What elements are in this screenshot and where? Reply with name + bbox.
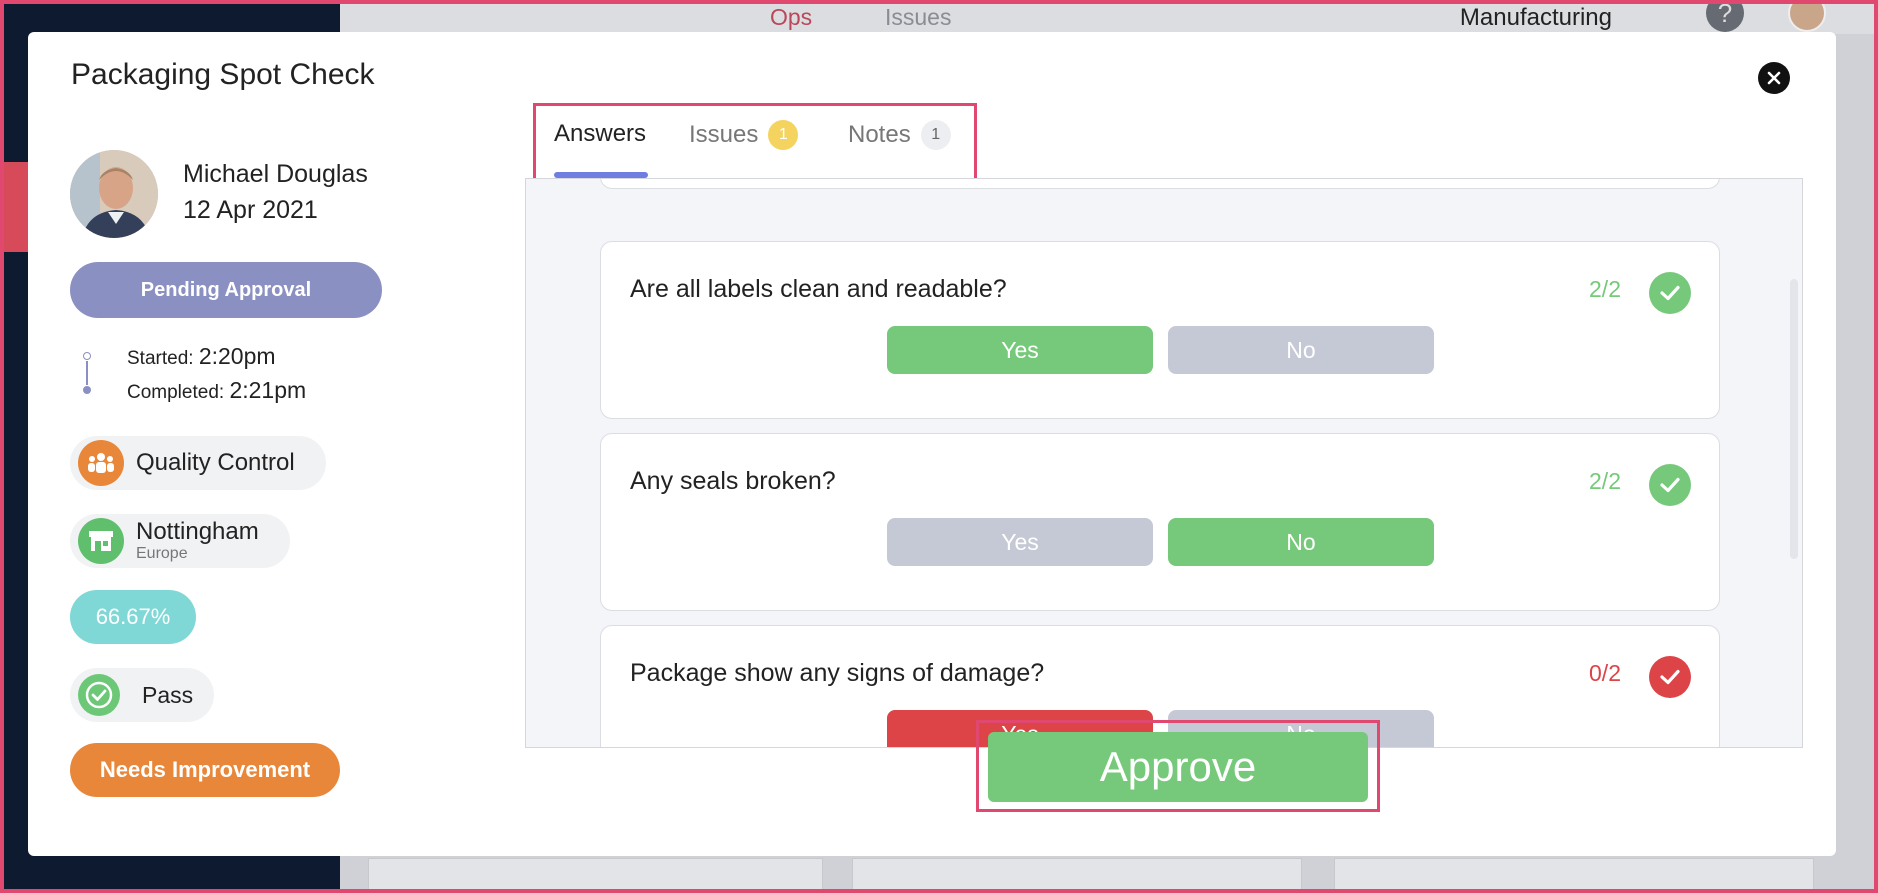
check-icon — [1649, 464, 1691, 506]
started-time: Started: 2:20pm — [127, 343, 276, 369]
question-card: Any seals broken? 2/2 Yes No — [600, 433, 1720, 611]
completed-time: Completed: 2:21pm — [127, 377, 307, 403]
question-score: 2/2 — [1589, 468, 1621, 494]
timeline — [83, 352, 91, 396]
score-badge: 66.67% — [70, 590, 196, 644]
approve-button[interactable]: Approve — [988, 732, 1368, 802]
grade-badge: Needs Improvement — [70, 743, 340, 797]
result-chip: Pass — [70, 668, 214, 722]
yes-button[interactable]: Yes — [887, 326, 1153, 374]
site-chip: Nottingham Europe — [70, 514, 290, 568]
background-card — [1334, 858, 1814, 893]
question-score: 0/2 — [1589, 660, 1621, 686]
close-icon — [1767, 71, 1781, 85]
result-label: Pass — [142, 681, 194, 708]
check-circle-icon — [78, 674, 120, 716]
site-name: Nottingham — [136, 518, 259, 545]
nav-issues[interactable]: Issues — [885, 4, 951, 31]
sidebar-active-marker — [0, 162, 28, 252]
status-badge: Pending Approval — [70, 262, 382, 318]
scrollbar[interactable] — [1790, 279, 1798, 559]
question-text: Are all labels clean and readable? — [630, 275, 1007, 303]
team-chip: Quality Control — [70, 436, 326, 490]
question-text: Any seals broken? — [630, 467, 836, 495]
inspection-date: 12 Apr 2021 — [183, 196, 318, 224]
background-card — [852, 858, 1302, 893]
question-score: 2/2 — [1589, 276, 1621, 302]
issues-count-badge: 1 — [768, 120, 799, 150]
yes-button[interactable]: Yes — [887, 518, 1153, 566]
question-card: Are all labels clean and readable? 2/2 Y… — [600, 241, 1720, 419]
modal-title: Packaging Spot Check — [71, 58, 375, 91]
close-button[interactable] — [1758, 62, 1790, 94]
no-button[interactable]: No — [1168, 518, 1434, 566]
company-name[interactable]: Manufacturing — [1460, 4, 1612, 32]
background-card — [368, 858, 823, 893]
question-card-previous — [600, 179, 1720, 189]
author-name: Michael Douglas — [183, 160, 368, 188]
answers-panel: Are all labels clean and readable? 2/2 Y… — [525, 178, 1803, 748]
check-icon — [1649, 656, 1691, 698]
no-button[interactable]: No — [1168, 326, 1434, 374]
author-avatar — [70, 150, 158, 238]
check-icon — [1649, 272, 1691, 314]
nav-ops[interactable]: Ops — [770, 4, 812, 31]
tab-notes[interactable]: Notes 1 — [848, 120, 951, 150]
tab-issues[interactable]: Issues 1 — [689, 120, 799, 150]
store-icon — [78, 518, 124, 564]
tab-answers[interactable]: Answers — [554, 120, 646, 148]
help-icon[interactable]: ? — [1706, 0, 1744, 32]
site-region: Europe — [136, 545, 188, 562]
question-text: Package show any signs of damage? — [630, 659, 1045, 687]
team-icon — [78, 440, 124, 486]
app-top-nav: Ops Issues Manufacturing ? — [340, 0, 1878, 34]
user-avatar[interactable] — [1788, 0, 1826, 32]
notes-count-badge: 1 — [920, 120, 951, 150]
team-label: Quality Control — [136, 449, 295, 476]
